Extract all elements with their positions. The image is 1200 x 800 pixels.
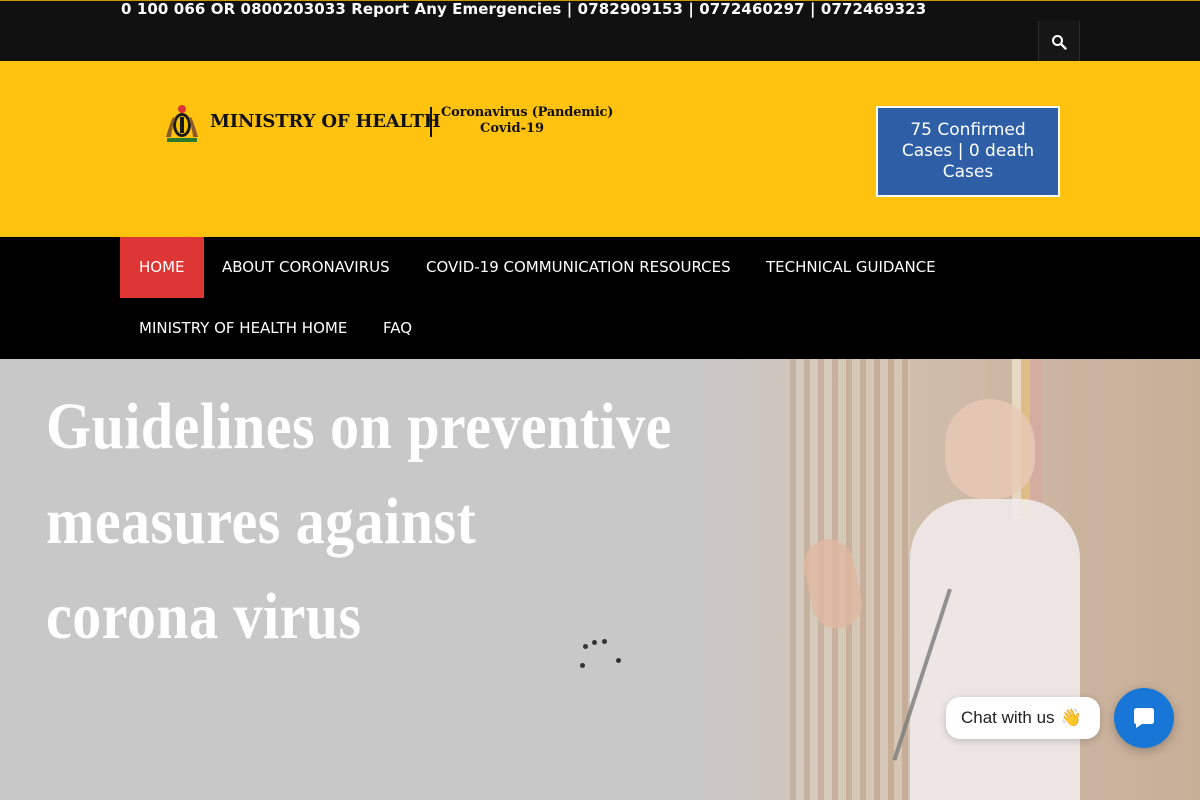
hero-headline-line: corona virus bbox=[46, 580, 362, 653]
nav-item-ministry-home[interactable]: MINISTRY OF HEALTH HOME bbox=[120, 298, 366, 359]
coat-of-arms-icon bbox=[166, 105, 198, 142]
chat-launcher-button[interactable] bbox=[1114, 688, 1174, 748]
nav-item-faq[interactable]: FAQ bbox=[364, 298, 431, 359]
search-button[interactable] bbox=[1038, 21, 1080, 62]
chat-prompt-label: Chat with us bbox=[961, 708, 1055, 727]
logo-subtitle-line2: Covid-19 bbox=[480, 121, 545, 136]
hero-headline-line: measures against bbox=[46, 485, 477, 558]
waving-hand-icon: 👋 bbox=[1060, 707, 1082, 728]
top-bar: 0 100 066 OR 0800203033 Report Any Emerg… bbox=[0, 0, 1200, 62]
hero-headline: Guidelines on preventive measures agains… bbox=[46, 379, 726, 664]
logo-subtitle-line1: Coronavirus (Pandemic) bbox=[441, 105, 614, 120]
nav-item-about-coronavirus[interactable]: ABOUT CORONAVIRUS bbox=[203, 237, 409, 298]
loading-spinner-icon bbox=[580, 639, 622, 671]
logo-divider bbox=[430, 107, 432, 137]
ministry-name: MINISTRY OF HEALTH bbox=[210, 111, 441, 132]
main-nav: HOME ABOUT CORONAVIRUS COVID-19 COMMUNIC… bbox=[0, 237, 1200, 359]
hero-headline-line: Guidelines on preventive bbox=[46, 390, 672, 463]
nav-item-technical-guidance[interactable]: TECHNICAL GUIDANCE bbox=[747, 237, 955, 298]
nav-item-home[interactable]: HOME bbox=[120, 237, 204, 298]
emergency-contacts-ticker: 0 100 066 OR 0800203033 Report Any Emerg… bbox=[121, 0, 927, 18]
site-header: MINISTRY OF HEALTH Coronavirus (Pandemic… bbox=[0, 61, 1200, 237]
nav-item-communication-resources[interactable]: COVID-19 COMMUNICATION RESOURCES bbox=[407, 237, 750, 298]
chat-bubble-icon bbox=[1134, 708, 1154, 728]
speaker-photo bbox=[910, 399, 1080, 800]
speaker-body bbox=[910, 499, 1080, 800]
search-icon bbox=[1052, 34, 1067, 50]
chat-prompt-bubble[interactable]: Chat with us 👋 bbox=[946, 697, 1100, 739]
cases-counter-button[interactable]: 75 Confirmed Cases | 0 death Cases bbox=[876, 106, 1060, 197]
site-logo[interactable]: MINISTRY OF HEALTH Coronavirus (Pandemic… bbox=[163, 103, 623, 143]
speaker-head bbox=[945, 399, 1035, 499]
